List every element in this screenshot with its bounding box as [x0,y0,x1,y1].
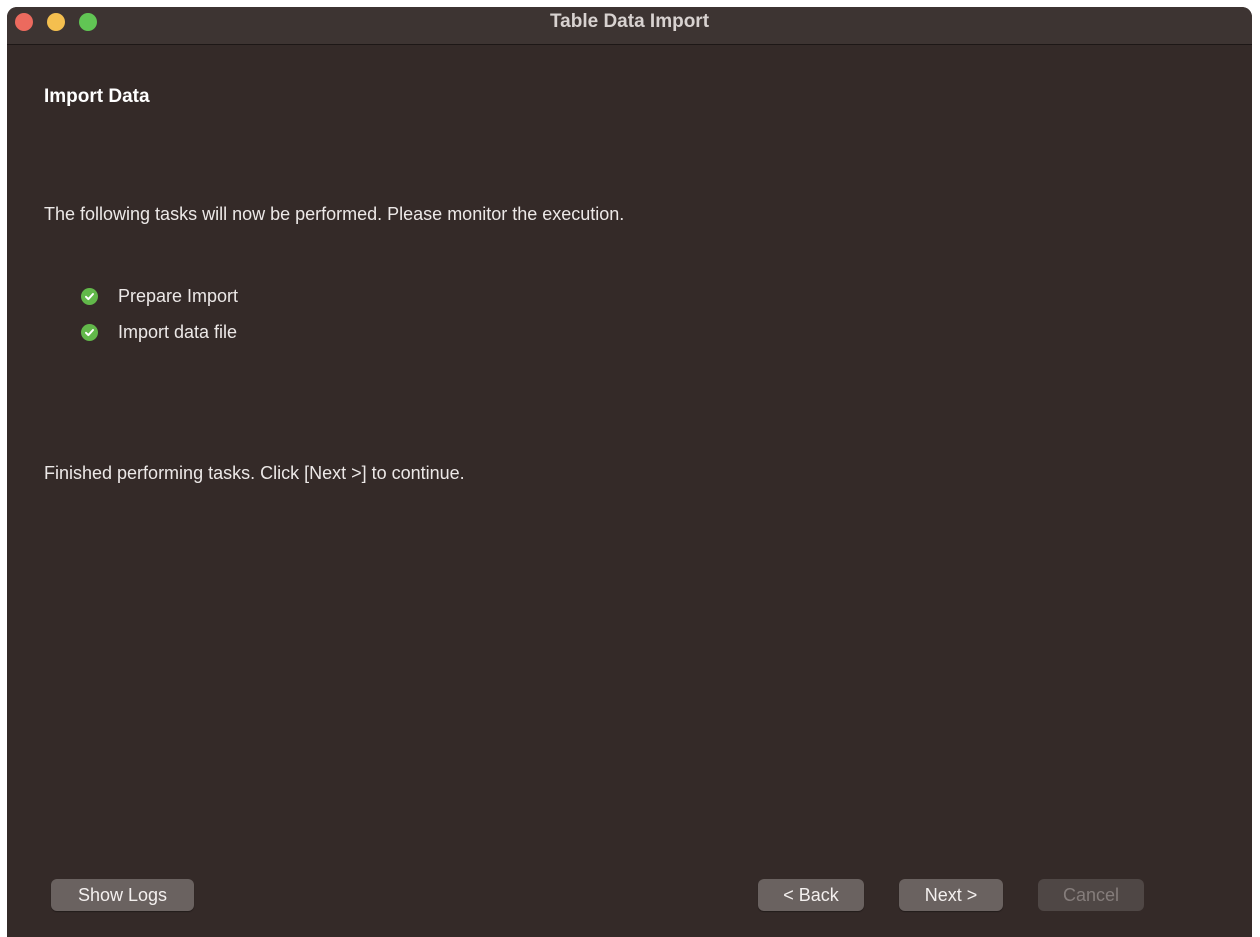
status-message: Finished performing tasks. Click [Next >… [44,463,465,483]
window-title: Table Data Import [549,11,710,32]
import-wizard-window: Table Data Import Import Data The follow… [7,7,1252,937]
cancel-button: Cancel [1038,879,1144,911]
task-label: Import data file [118,321,238,342]
check-circle-icon [81,287,98,305]
show-logs-button[interactable]: Show Logs [51,879,194,911]
task-label: Prepare Import [118,285,239,306]
next-button[interactable]: Next > [899,879,1003,911]
instructions-text: The following tasks will now be performe… [44,204,625,224]
back-button[interactable]: < Back [758,879,864,911]
title-bar[interactable]: Table Data Import [7,7,1252,45]
task-item: Import data file [81,320,237,344]
page-heading: Import Data [44,86,150,107]
check-circle-icon [81,323,98,341]
task-item: Prepare Import [81,284,238,308]
